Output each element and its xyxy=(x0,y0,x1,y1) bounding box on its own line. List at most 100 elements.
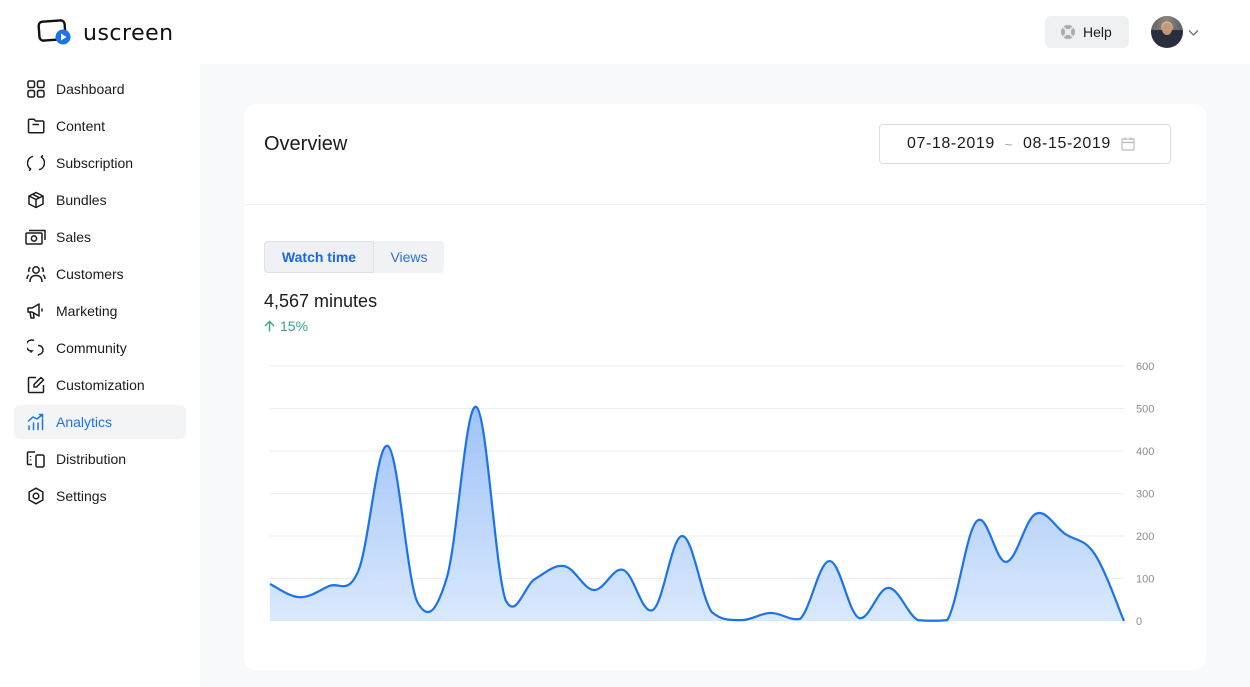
metric-value: 4,567 minutes xyxy=(264,291,378,311)
sidebar-item-customers[interactable]: Customers xyxy=(14,257,186,291)
users-icon xyxy=(25,263,47,285)
brand-name: uscreen xyxy=(83,21,174,46)
data-point-9[interactable] xyxy=(500,594,512,606)
refresh-cycle-icon xyxy=(25,152,47,174)
sidebar-item-label: Marketing xyxy=(56,303,118,319)
box-icon xyxy=(25,189,47,211)
date-separator: ~ xyxy=(1004,136,1014,152)
data-point-29[interactable] xyxy=(1089,548,1101,560)
y-tick-label: 0 xyxy=(1136,616,1142,628)
data-point-21[interactable] xyxy=(853,612,865,624)
data-point-2[interactable] xyxy=(293,591,305,603)
data-point-13[interactable] xyxy=(617,564,629,576)
data-point-16[interactable] xyxy=(706,606,718,618)
dashboard-grid-icon xyxy=(25,78,47,100)
top-bar: uscreen Help xyxy=(0,0,1250,64)
sidebar-item-settings[interactable]: Settings xyxy=(14,479,186,513)
data-point-10[interactable] xyxy=(529,573,541,585)
date-range-picker[interactable]: 07-18-2019 ~ 08-15-2019 xyxy=(879,124,1171,164)
lifebuoy-icon xyxy=(1060,24,1076,40)
data-point-1[interactable] xyxy=(264,578,276,590)
data-point-22[interactable] xyxy=(882,582,894,594)
series-area-fill xyxy=(270,406,1124,621)
sidebar-item-label: Community xyxy=(56,340,127,356)
sidebar: Dashboard Content Subscription Bundles S… xyxy=(0,64,200,687)
help-button[interactable]: Help xyxy=(1045,16,1129,48)
sidebar-item-dashboard[interactable]: Dashboard xyxy=(14,72,186,106)
date-end-input[interactable]: 08-15-2019 xyxy=(1023,135,1111,153)
data-point-18[interactable] xyxy=(765,607,777,619)
sidebar-item-subscription[interactable]: Subscription xyxy=(14,146,186,180)
arrow-up-icon xyxy=(264,320,275,332)
sidebar-item-label: Customization xyxy=(56,377,145,393)
help-label: Help xyxy=(1083,24,1112,40)
sidebar-item-analytics[interactable]: Analytics xyxy=(14,405,186,439)
data-point-6[interactable] xyxy=(411,596,423,608)
tab-watch-time[interactable]: Watch time xyxy=(264,241,374,273)
header-divider xyxy=(244,204,1206,205)
devices-icon xyxy=(25,448,47,470)
watch-time-chart: 0 100 200 300 400 500 600 xyxy=(244,354,1206,634)
y-tick-label: 400 xyxy=(1136,446,1154,458)
sidebar-item-bundles[interactable]: Bundles xyxy=(14,183,186,217)
data-point-7[interactable] xyxy=(441,572,453,584)
data-point-17[interactable] xyxy=(735,614,747,626)
y-tick-label: 300 xyxy=(1136,489,1154,501)
data-point-4[interactable] xyxy=(352,565,364,577)
analytics-chart-icon xyxy=(25,411,47,433)
chat-bubbles-icon xyxy=(25,337,47,359)
data-point-3[interactable] xyxy=(323,580,335,592)
calendar-icon[interactable] xyxy=(1121,137,1135,151)
sidebar-item-label: Analytics xyxy=(56,414,113,430)
data-point-14[interactable] xyxy=(647,604,659,616)
metric-change: 15% xyxy=(264,318,308,334)
metric-change-value: 15% xyxy=(280,318,309,334)
sidebar-item-label: Customers xyxy=(56,266,124,282)
sidebar-item-label: Subscription xyxy=(56,155,134,171)
data-point-26[interactable] xyxy=(1000,556,1012,568)
sidebar-item-label: Sales xyxy=(56,229,92,245)
data-point-12[interactable] xyxy=(588,584,600,596)
data-point-15[interactable] xyxy=(676,530,688,542)
sidebar-item-customization[interactable]: Customization xyxy=(14,368,186,402)
sidebar-item-content[interactable]: Content xyxy=(14,109,186,143)
uscreen-logo-icon xyxy=(37,17,73,50)
edit-square-icon xyxy=(25,374,47,396)
settings-hexagon-icon xyxy=(25,485,47,507)
chevron-down-icon[interactable] xyxy=(1188,24,1199,42)
data-point-11[interactable] xyxy=(558,560,570,572)
data-point-28[interactable] xyxy=(1059,528,1071,540)
page-title: Overview xyxy=(264,133,348,155)
data-point-19[interactable] xyxy=(794,613,806,625)
sidebar-item-label: Distribution xyxy=(56,451,127,467)
data-point-8[interactable] xyxy=(470,401,482,413)
megaphone-icon xyxy=(25,300,47,322)
metric-tabs: Watch time Views xyxy=(264,241,444,273)
data-point-23[interactable] xyxy=(912,614,924,626)
data-point-5[interactable] xyxy=(382,440,394,452)
y-tick-label: 600 xyxy=(1136,361,1154,373)
brand-logo[interactable]: uscreen xyxy=(37,17,174,50)
sidebar-item-label: Content xyxy=(56,118,106,134)
chart-svg: 0 100 200 300 400 500 600 xyxy=(264,361,1154,628)
sidebar-item-label: Dashboard xyxy=(56,81,125,97)
sidebar-item-distribution[interactable]: Distribution xyxy=(14,442,186,476)
date-start-input[interactable]: 07-18-2019 xyxy=(907,135,995,153)
avatar[interactable] xyxy=(1151,16,1183,48)
sidebar-item-sales[interactable]: Sales xyxy=(14,220,186,254)
folder-icon xyxy=(25,115,47,137)
data-point-25[interactable] xyxy=(971,515,983,527)
data-point-27[interactable] xyxy=(1030,508,1042,520)
y-tick-label: 500 xyxy=(1136,404,1154,416)
data-point-24[interactable] xyxy=(941,614,953,626)
y-tick-label: 100 xyxy=(1136,574,1154,586)
sidebar-item-label: Bundles xyxy=(56,192,107,208)
sidebar-item-marketing[interactable]: Marketing xyxy=(14,294,186,328)
sidebar-item-label: Settings xyxy=(56,488,107,504)
data-point-20[interactable] xyxy=(824,555,836,567)
sidebar-item-community[interactable]: Community xyxy=(14,331,186,365)
tab-views[interactable]: Views xyxy=(374,241,444,273)
y-tick-label: 200 xyxy=(1136,531,1154,543)
data-point-30[interactable] xyxy=(1118,615,1130,627)
cash-icon xyxy=(25,226,47,248)
